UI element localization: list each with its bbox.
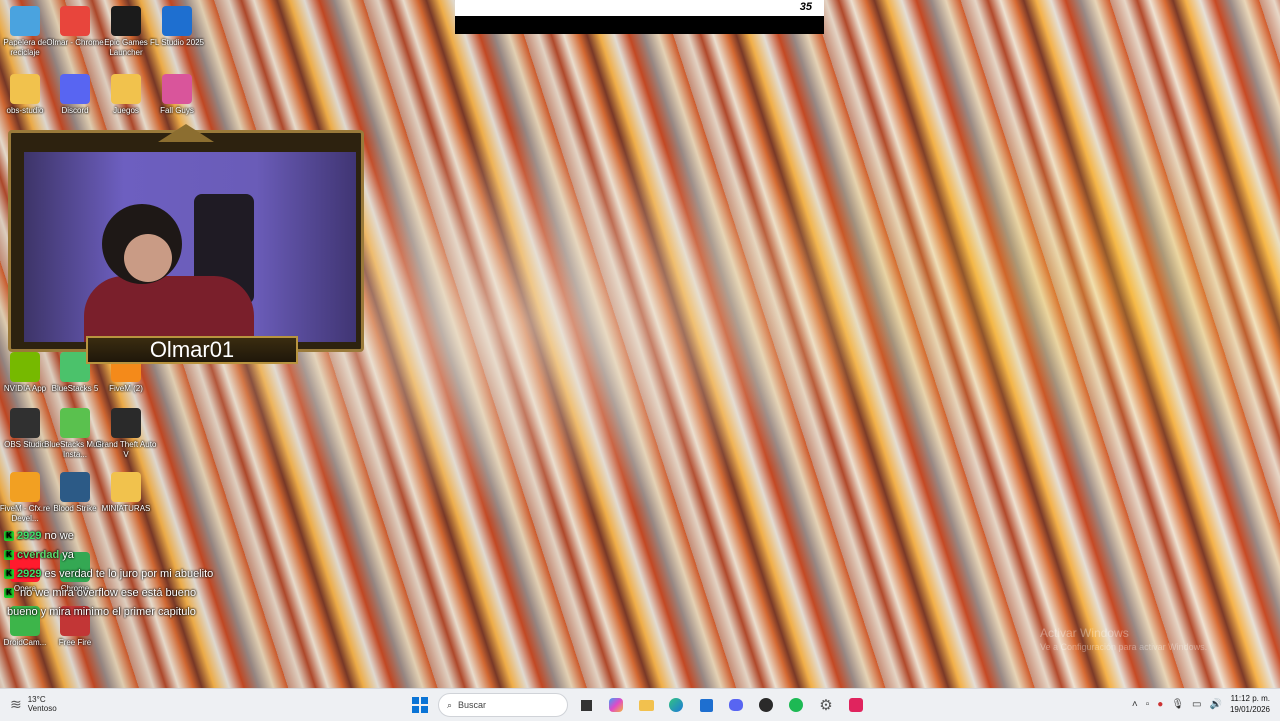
bluestacks-multi-icon <box>60 408 90 438</box>
network-icon[interactable]: ▭ <box>1192 699 1201 710</box>
obs-icon <box>759 698 773 712</box>
file-explorer-button[interactable] <box>634 693 658 717</box>
overlay-counter: 35 <box>799 1 812 13</box>
chat-username: cverdad <box>17 548 60 561</box>
chat-overlay: K 2929 no we Kcverdad ya K 2929 es verdad te lo… <box>4 526 334 621</box>
tiktok-icon <box>849 698 863 712</box>
kick-badge-icon: K <box>4 530 14 541</box>
chat-message: Kcverdad ya <box>4 545 334 564</box>
desktop-icon[interactable]: Fall Guys <box>145 74 209 116</box>
taskbar: ≋ 13°C Ventoso ⌕ Buscar ⚙ ˄ ▫ ● 🎙 ▭ 🔊 11… <box>0 688 1280 721</box>
clock-date: 19/01/2026 <box>1229 705 1270 714</box>
clock-time: 11:12 p. m. <box>1230 694 1270 703</box>
settings-button[interactable]: ⚙ <box>814 693 838 717</box>
wind-icon: ≋ <box>10 695 22 712</box>
epic-games-icon <box>111 6 141 36</box>
fivem-dev-icon <box>10 472 40 502</box>
activate-subtitle: Ve a Configuración para activar Windows. <box>1040 642 1208 652</box>
search-input[interactable]: ⌕ Buscar <box>438 693 568 717</box>
activate-title: Activar Windows <box>1040 626 1129 640</box>
chat-text: es verdad te lo juro por mi abuelito <box>44 567 214 580</box>
tray-app-icon[interactable]: ▫ <box>1146 699 1150 710</box>
volume-icon[interactable]: 🔊 <box>1210 699 1222 710</box>
copilot-button[interactable] <box>604 693 628 717</box>
microphone-icon[interactable]: 🎙 <box>1171 699 1184 710</box>
search-icon: ⌕ <box>447 699 453 710</box>
edge-icon <box>669 698 683 712</box>
desktop-icon-label: Grand Theft Auto V <box>95 440 157 459</box>
weather-widget[interactable]: ≋ 13°C Ventoso <box>10 695 57 713</box>
desktop-icon-label: FL Studio 2025 <box>150 38 204 47</box>
stream-top-overlay: 35 <box>455 0 824 34</box>
chat-message: Kno we mira overflow ese está bueno <box>4 583 334 602</box>
person-face <box>124 234 172 282</box>
search-placeholder: Buscar <box>458 700 487 710</box>
discord-icon <box>60 74 90 104</box>
desktop-icon[interactable]: Grand Theft Auto V <box>94 408 158 460</box>
chat-text: no we <box>44 529 74 542</box>
discord-icon <box>729 699 743 711</box>
task-view-icon <box>580 699 592 711</box>
copilot-icon <box>609 698 623 712</box>
desktop-icon[interactable]: FL Studio 2025 <box>145 6 209 48</box>
desktop-icon-label: Free Fire <box>58 638 92 647</box>
spotify-icon <box>789 698 803 712</box>
chrome-icon <box>60 6 90 36</box>
windows-icon <box>412 697 428 713</box>
chat-username: 2929 <box>17 529 42 542</box>
chat-text: ya <box>62 548 74 561</box>
clock[interactable]: 11:12 p. m. 19/01/2026 <box>1230 693 1270 715</box>
chat-username: 2929 <box>17 567 42 580</box>
chat-text: no we mira overflow ese está bueno <box>20 586 197 599</box>
system-tray: ˄ ▫ ● 🎙 ▭ 🔊 11:12 p. m. 19/01/2026 <box>1132 693 1270 715</box>
weather-temp: 13°C <box>27 695 46 704</box>
folder-icon <box>111 74 141 104</box>
chevron-up-icon[interactable]: ˄ <box>1132 699 1138 710</box>
discord-button[interactable] <box>724 693 748 717</box>
kick-badge-icon: K <box>4 587 14 598</box>
obs-icon <box>10 408 40 438</box>
recycle-bin-icon <box>10 6 40 36</box>
person-body <box>84 276 254 342</box>
task-view-button[interactable] <box>574 693 598 717</box>
kick-badge-icon: K <box>4 568 14 579</box>
desktop-icon[interactable]: MINIATURAS <box>94 472 158 514</box>
edge-button[interactable] <box>664 693 688 717</box>
desktop-icon-label: MINIATURAS <box>101 504 151 513</box>
chat-message: K 2929 no we <box>4 526 334 545</box>
webcam-video <box>24 152 356 342</box>
folder-icon <box>111 472 141 502</box>
store-button[interactable] <box>694 693 718 717</box>
folder-icon <box>10 74 40 104</box>
spotify-button[interactable] <box>784 693 808 717</box>
start-button[interactable] <box>408 693 432 717</box>
streamer-name: Olmar01 <box>86 336 298 364</box>
folder-icon <box>638 699 654 711</box>
fall-guys-icon <box>162 74 192 104</box>
tray-record-icon[interactable]: ● <box>1157 699 1163 710</box>
activate-windows-watermark: Activar Windows Ve a Configuración para … <box>1040 626 1207 652</box>
tiktok-button[interactable] <box>844 693 868 717</box>
kick-badge-icon: K <box>4 549 14 560</box>
taskbar-apps: ⌕ Buscar ⚙ <box>408 692 868 718</box>
desktop-icon-label: Fall Guys <box>160 106 194 115</box>
chat-text: bueno y mira minimo el primer capitulo <box>7 605 196 618</box>
obs-button[interactable] <box>754 693 778 717</box>
desktop-icon-label: FiveM (2) <box>109 384 143 393</box>
gta-icon <box>111 408 141 438</box>
fl-studio-icon <box>162 6 192 36</box>
blood-strike-icon <box>60 472 90 502</box>
store-icon <box>699 698 713 712</box>
chat-message: bueno y mira minimo el primer capitulo <box>4 602 334 621</box>
gear-icon: ⚙ <box>819 697 833 714</box>
webcam-overlay: Olmar01 <box>8 124 364 364</box>
chat-message: K 2929 es verdad te lo juro por mi abuelit… <box>4 564 334 583</box>
weather-desc: Ventoso <box>27 704 57 713</box>
